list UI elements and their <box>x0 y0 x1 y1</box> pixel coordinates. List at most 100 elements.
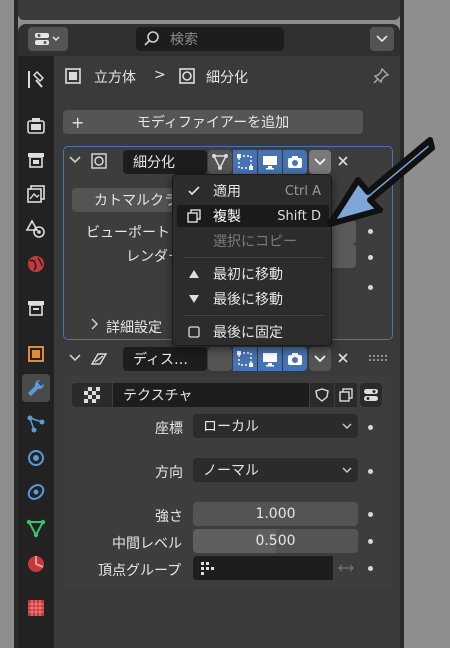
search-icon <box>144 31 159 46</box>
vgroup-label: 頂点グループ <box>98 563 182 579</box>
texture-browse-button[interactable] <box>72 383 112 407</box>
mesh-data-icon <box>26 519 46 538</box>
constraints-icon <box>27 484 45 500</box>
material-icon <box>28 556 44 572</box>
viewport-toggle[interactable] <box>258 347 282 371</box>
chevron-down-icon <box>376 35 388 43</box>
tool-icon <box>28 70 45 88</box>
search-input[interactable]: 検索 <box>136 27 284 51</box>
breadcrumb-modifier: 細分化 <box>206 70 248 86</box>
toggle-icon <box>364 389 378 401</box>
render-icon <box>27 118 45 134</box>
catmull-clark-button[interactable]: カトマルクラ <box>72 188 182 212</box>
monitor-icon <box>263 156 277 170</box>
menu-separator <box>183 257 323 258</box>
modifier-context-menu: 適用 Ctrl A 複製 Shift D 選択にコピー 最初に移動 最後に移動 … <box>172 174 332 346</box>
keyframe-dot[interactable] <box>368 566 373 571</box>
menu-item-apply[interactable]: 適用 Ctrl A <box>177 180 329 202</box>
tab-view-layer[interactable] <box>22 180 50 208</box>
keyframe-dot[interactable] <box>368 539 373 544</box>
tab-collection[interactable] <box>22 294 50 322</box>
edit-mode-icon <box>237 154 253 170</box>
checker-texture-icon <box>84 387 100 403</box>
render-levels-field[interactable] <box>330 244 356 268</box>
triangle-down-icon <box>189 295 199 303</box>
unlink-texture-button[interactable] <box>337 383 359 407</box>
wrench-icon <box>28 379 45 396</box>
search-placeholder: 検索 <box>170 32 198 48</box>
edit-mode-toggle[interactable] <box>233 150 257 174</box>
menu-item-pin-last[interactable]: 最後に固定 <box>177 321 329 343</box>
chevron-down-icon <box>314 355 326 363</box>
drag-handle-icon[interactable] <box>368 354 388 362</box>
render-toggle[interactable] <box>283 347 307 371</box>
viewport-levels-label: ビューポート <box>86 225 170 241</box>
strength-field[interactable]: 1.000 <box>193 502 358 526</box>
right-border <box>400 0 404 648</box>
camera-icon <box>288 353 302 365</box>
cage-icon <box>212 154 228 170</box>
direction-dropdown[interactable]: ノーマル <box>193 458 358 482</box>
tab-tool[interactable] <box>22 66 50 94</box>
particles-icon <box>27 415 45 433</box>
tab-render[interactable] <box>22 112 50 140</box>
monitor-icon <box>263 353 277 367</box>
midlevel-slider[interactable]: 0.500 <box>193 529 358 553</box>
tab-material[interactable] <box>22 550 50 578</box>
tab-constraints[interactable] <box>22 478 50 506</box>
tab-world[interactable] <box>22 250 50 278</box>
texture-properties-button[interactable] <box>360 383 382 407</box>
modifier-name-field[interactable]: 細分化 <box>123 150 207 174</box>
world-icon <box>28 256 44 272</box>
keyframe-dot[interactable] <box>368 512 373 517</box>
tab-texture[interactable] <box>22 594 50 622</box>
modifier-menu-dropdown[interactable] <box>309 347 331 371</box>
texture-icon <box>28 600 44 616</box>
pin-icon[interactable] <box>372 67 390 85</box>
check-icon <box>188 186 200 196</box>
chevron-right-icon[interactable] <box>90 318 100 330</box>
tab-data[interactable] <box>22 514 50 542</box>
keyframe-dot[interactable] <box>368 255 373 260</box>
vgroup-field[interactable] <box>193 556 333 580</box>
scene-icon <box>25 219 45 238</box>
advanced-label[interactable]: 詳細設定 <box>106 317 162 337</box>
physics-icon <box>28 450 44 466</box>
collapse-chevron-icon[interactable] <box>68 352 82 364</box>
menu-item-move-first[interactable]: 最初に移動 <box>177 263 329 285</box>
edit-mode-toggle[interactable] <box>233 347 257 371</box>
modifier-name-field[interactable]: ディス… <box>123 347 207 371</box>
camera-icon <box>288 156 302 168</box>
tab-object[interactable] <box>22 340 50 368</box>
invert-vgroup-button[interactable] <box>334 556 358 580</box>
fake-user-button[interactable] <box>310 383 334 407</box>
keyframe-dot[interactable] <box>368 469 373 474</box>
menu-item-move-last[interactable]: 最後に移動 <box>177 288 329 310</box>
displace-icon <box>90 353 108 365</box>
coords-label: 座標 <box>155 421 183 437</box>
viewport-toggle[interactable] <box>258 150 282 174</box>
close-icon[interactable] <box>337 352 349 364</box>
double-arrow-icon <box>338 564 354 572</box>
output-icon <box>28 153 44 168</box>
object-icon <box>28 346 44 362</box>
properties-editor-icon <box>35 33 60 45</box>
chevron-down-icon <box>342 423 352 429</box>
edit-cage-toggle[interactable] <box>208 150 232 174</box>
tab-physics[interactable] <box>22 444 50 472</box>
menu-item-copy-to-selected[interactable]: 選択にコピー <box>177 230 329 252</box>
keyframe-dot[interactable] <box>368 285 373 290</box>
editor-type-button[interactable] <box>28 27 68 51</box>
menu-item-duplicate[interactable]: 複製 Shift D <box>177 205 329 227</box>
collapse-chevron-icon[interactable] <box>68 154 82 166</box>
tab-particles[interactable] <box>22 410 50 438</box>
keyframe-dot[interactable] <box>368 425 373 430</box>
options-dropdown[interactable] <box>370 27 394 51</box>
tab-output[interactable] <box>22 146 50 174</box>
render-toggle[interactable] <box>283 150 307 174</box>
texture-name-field[interactable]: テクスチャ <box>113 383 309 407</box>
tab-scene[interactable] <box>22 214 50 242</box>
view-layer-icon <box>27 185 45 203</box>
tab-modifiers[interactable] <box>22 374 50 402</box>
coords-dropdown[interactable]: ローカル <box>193 414 358 438</box>
